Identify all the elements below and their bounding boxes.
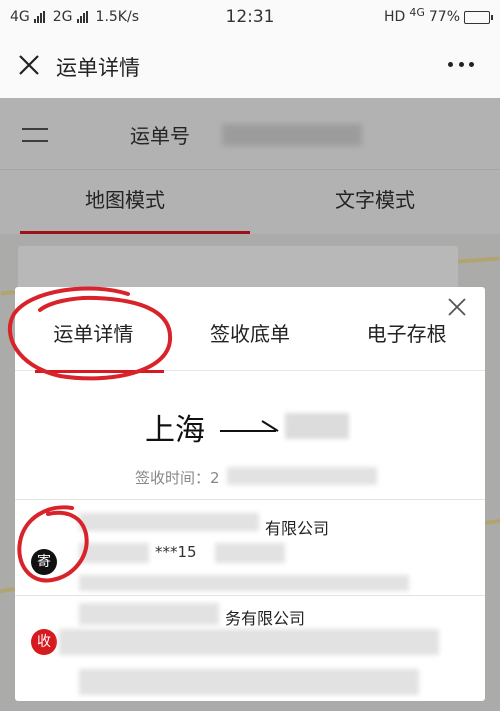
close-icon[interactable] — [16, 52, 42, 78]
modal-tabs: 运单详情 签收底单 电子存根 — [15, 309, 485, 373]
receiver-info: 收 务有限公司 — [15, 595, 485, 701]
sender-info: 寄 有限公司 ***15 — [15, 499, 485, 599]
tab-waybill-detail[interactable]: 运单详情 — [15, 309, 172, 373]
sign-time-value: 2 — [210, 469, 220, 487]
receiver-name-redacted — [79, 603, 219, 625]
receiver-address-redacted — [79, 669, 419, 695]
receiver-contact-redacted — [59, 629, 439, 655]
sender-phone: ***15 — [155, 543, 197, 561]
sender-badge: 寄 — [31, 549, 57, 575]
nav-bar: 运单详情 — [0, 34, 500, 98]
receiver-company: 务有限公司 — [225, 609, 306, 628]
page-title: 运单详情 — [56, 56, 140, 80]
arrow-right-icon — [220, 420, 279, 432]
battery-icon — [464, 10, 493, 24]
route-destination-redacted — [285, 413, 349, 439]
tab-signed-receipt[interactable]: 签收底单 — [172, 309, 329, 370]
signal-icon-2 — [76, 11, 88, 23]
sign-time-label: 签收时间： — [135, 469, 211, 487]
network-speed: 1.5K/s — [95, 9, 139, 25]
sender-name-redacted — [79, 513, 259, 531]
status-left: 4G 2G 1.5K/s — [10, 9, 210, 25]
status-bar: 4G 2G 1.5K/s 12:31 HD 4G 77% — [0, 0, 500, 34]
sender-company: 有限公司 — [265, 519, 330, 538]
tab-electronic-stub[interactable]: 电子存根 — [328, 309, 485, 370]
sign-time: 签收时间：2 — [135, 467, 220, 488]
route: 上海 — [15, 405, 485, 448]
sender-address-redacted — [79, 575, 409, 591]
hd-indicator: HD — [384, 9, 406, 25]
battery-percent: 77% — [428, 9, 460, 25]
receiver-badge: 收 — [31, 629, 57, 655]
network-type-2g: 2G — [52, 9, 73, 25]
network-type-4g-right: 4G — [409, 5, 425, 19]
waybill-detail-modal: 运单详情 签收底单 电子存根 上海 签收时间：2 寄 有限公司 ***15 收 … — [15, 287, 485, 701]
sender-phone-redacted — [215, 543, 285, 563]
signal-icon — [33, 11, 45, 23]
status-right: HD 4G 77% — [384, 5, 493, 25]
more-icon[interactable] — [448, 62, 474, 68]
sender-contact-redacted — [79, 543, 149, 563]
sign-time-redacted — [227, 467, 377, 485]
route-origin: 上海 — [145, 413, 205, 448]
network-type-4g: 4G — [10, 9, 30, 25]
